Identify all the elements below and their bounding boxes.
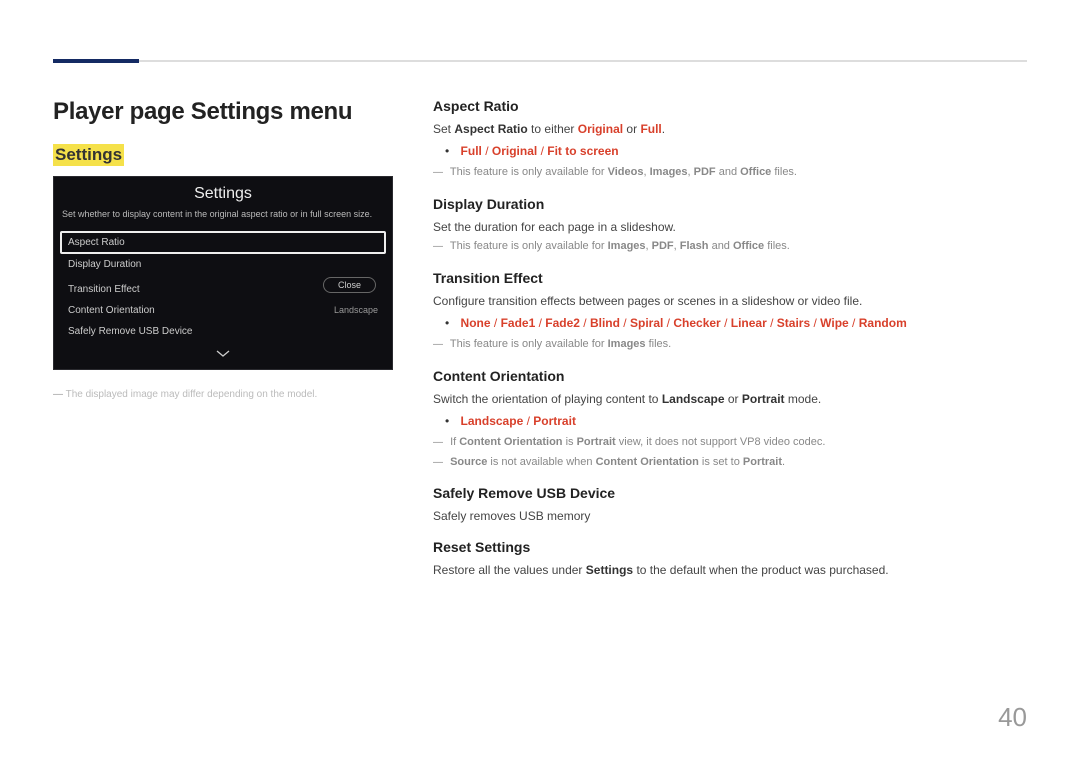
caption-dash: ― xyxy=(53,389,63,400)
page-title: Player page Settings menu xyxy=(53,98,403,126)
subheading: Aspect Ratio xyxy=(433,98,1027,114)
caption: ― The displayed image may differ dependi… xyxy=(53,388,403,401)
panel-item-safely-remove-usb[interactable]: Safely Remove USB Device xyxy=(60,321,386,342)
subheading: Reset Settings xyxy=(433,539,1027,555)
panel-item-content-orientation[interactable]: Content Orientation Landscape xyxy=(60,300,386,321)
note: This feature is only available for Image… xyxy=(433,238,1027,256)
note: Source is not available when Content Ori… xyxy=(433,454,1027,472)
panel-description: Set whether to display content in the or… xyxy=(54,209,392,229)
body-text: Switch the orientation of playing conten… xyxy=(433,390,1027,408)
subheading: Display Duration xyxy=(433,196,1027,212)
subheading: Transition Effect xyxy=(433,270,1027,286)
option-list: Full / Original / Fit to screen xyxy=(433,141,1027,161)
section-reset-settings: Reset Settings Restore all the values un… xyxy=(433,539,1027,579)
settings-panel-screenshot: Settings Set whether to display content … xyxy=(53,176,393,370)
section-transition-effect: Transition Effect Configure transition e… xyxy=(433,270,1027,354)
subheading: Safely Remove USB Device xyxy=(433,485,1027,501)
close-button[interactable]: Close xyxy=(323,277,376,293)
panel-item-label: Transition Effect xyxy=(68,284,140,295)
panel-item-display-duration[interactable]: Display Duration xyxy=(60,254,386,275)
option-list: None / Fade1 / Fade2 / Blind / Spiral / … xyxy=(433,313,1027,333)
panel-title: Settings xyxy=(54,177,392,209)
panel-item-label: Safely Remove USB Device xyxy=(68,326,193,337)
header-accent xyxy=(53,59,139,63)
section-content-orientation: Content Orientation Switch the orientati… xyxy=(433,368,1027,472)
option-list: Landscape / Portrait xyxy=(433,411,1027,431)
panel-list: Aspect Ratio Display Duration Close Tran… xyxy=(54,229,392,346)
note: If Content Orientation is Portrait view,… xyxy=(433,434,1027,452)
subheading: Content Orientation xyxy=(433,368,1027,384)
body-text: Set Aspect Ratio to either Original or F… xyxy=(433,120,1027,138)
section-heading-settings: Settings xyxy=(53,144,124,166)
body-text: Configure transition effects between pag… xyxy=(433,292,1027,310)
note: This feature is only available for Image… xyxy=(433,336,1027,354)
caption-text: The displayed image may differ depending… xyxy=(66,389,318,400)
body-text: Safely removes USB memory xyxy=(433,507,1027,525)
panel-item-aspect-ratio[interactable]: Aspect Ratio xyxy=(60,231,386,254)
panel-item-value: Landscape xyxy=(334,305,378,315)
section-aspect-ratio: Aspect Ratio Set Aspect Ratio to either … xyxy=(433,98,1027,182)
header-rule xyxy=(53,60,1027,62)
note: This feature is only available for Video… xyxy=(433,164,1027,182)
section-safely-remove-usb: Safely Remove USB Device Safely removes … xyxy=(433,485,1027,525)
body-text: Restore all the values under Settings to… xyxy=(433,561,1027,579)
body-text: Set the duration for each page in a slid… xyxy=(433,218,1027,236)
chevron-down-icon[interactable] xyxy=(54,346,392,369)
page-number: 40 xyxy=(998,702,1027,733)
panel-item-label: Display Duration xyxy=(68,259,141,270)
panel-item-label: Aspect Ratio xyxy=(68,237,125,248)
section-display-duration: Display Duration Set the duration for ea… xyxy=(433,196,1027,256)
panel-item-label: Content Orientation xyxy=(68,305,155,316)
